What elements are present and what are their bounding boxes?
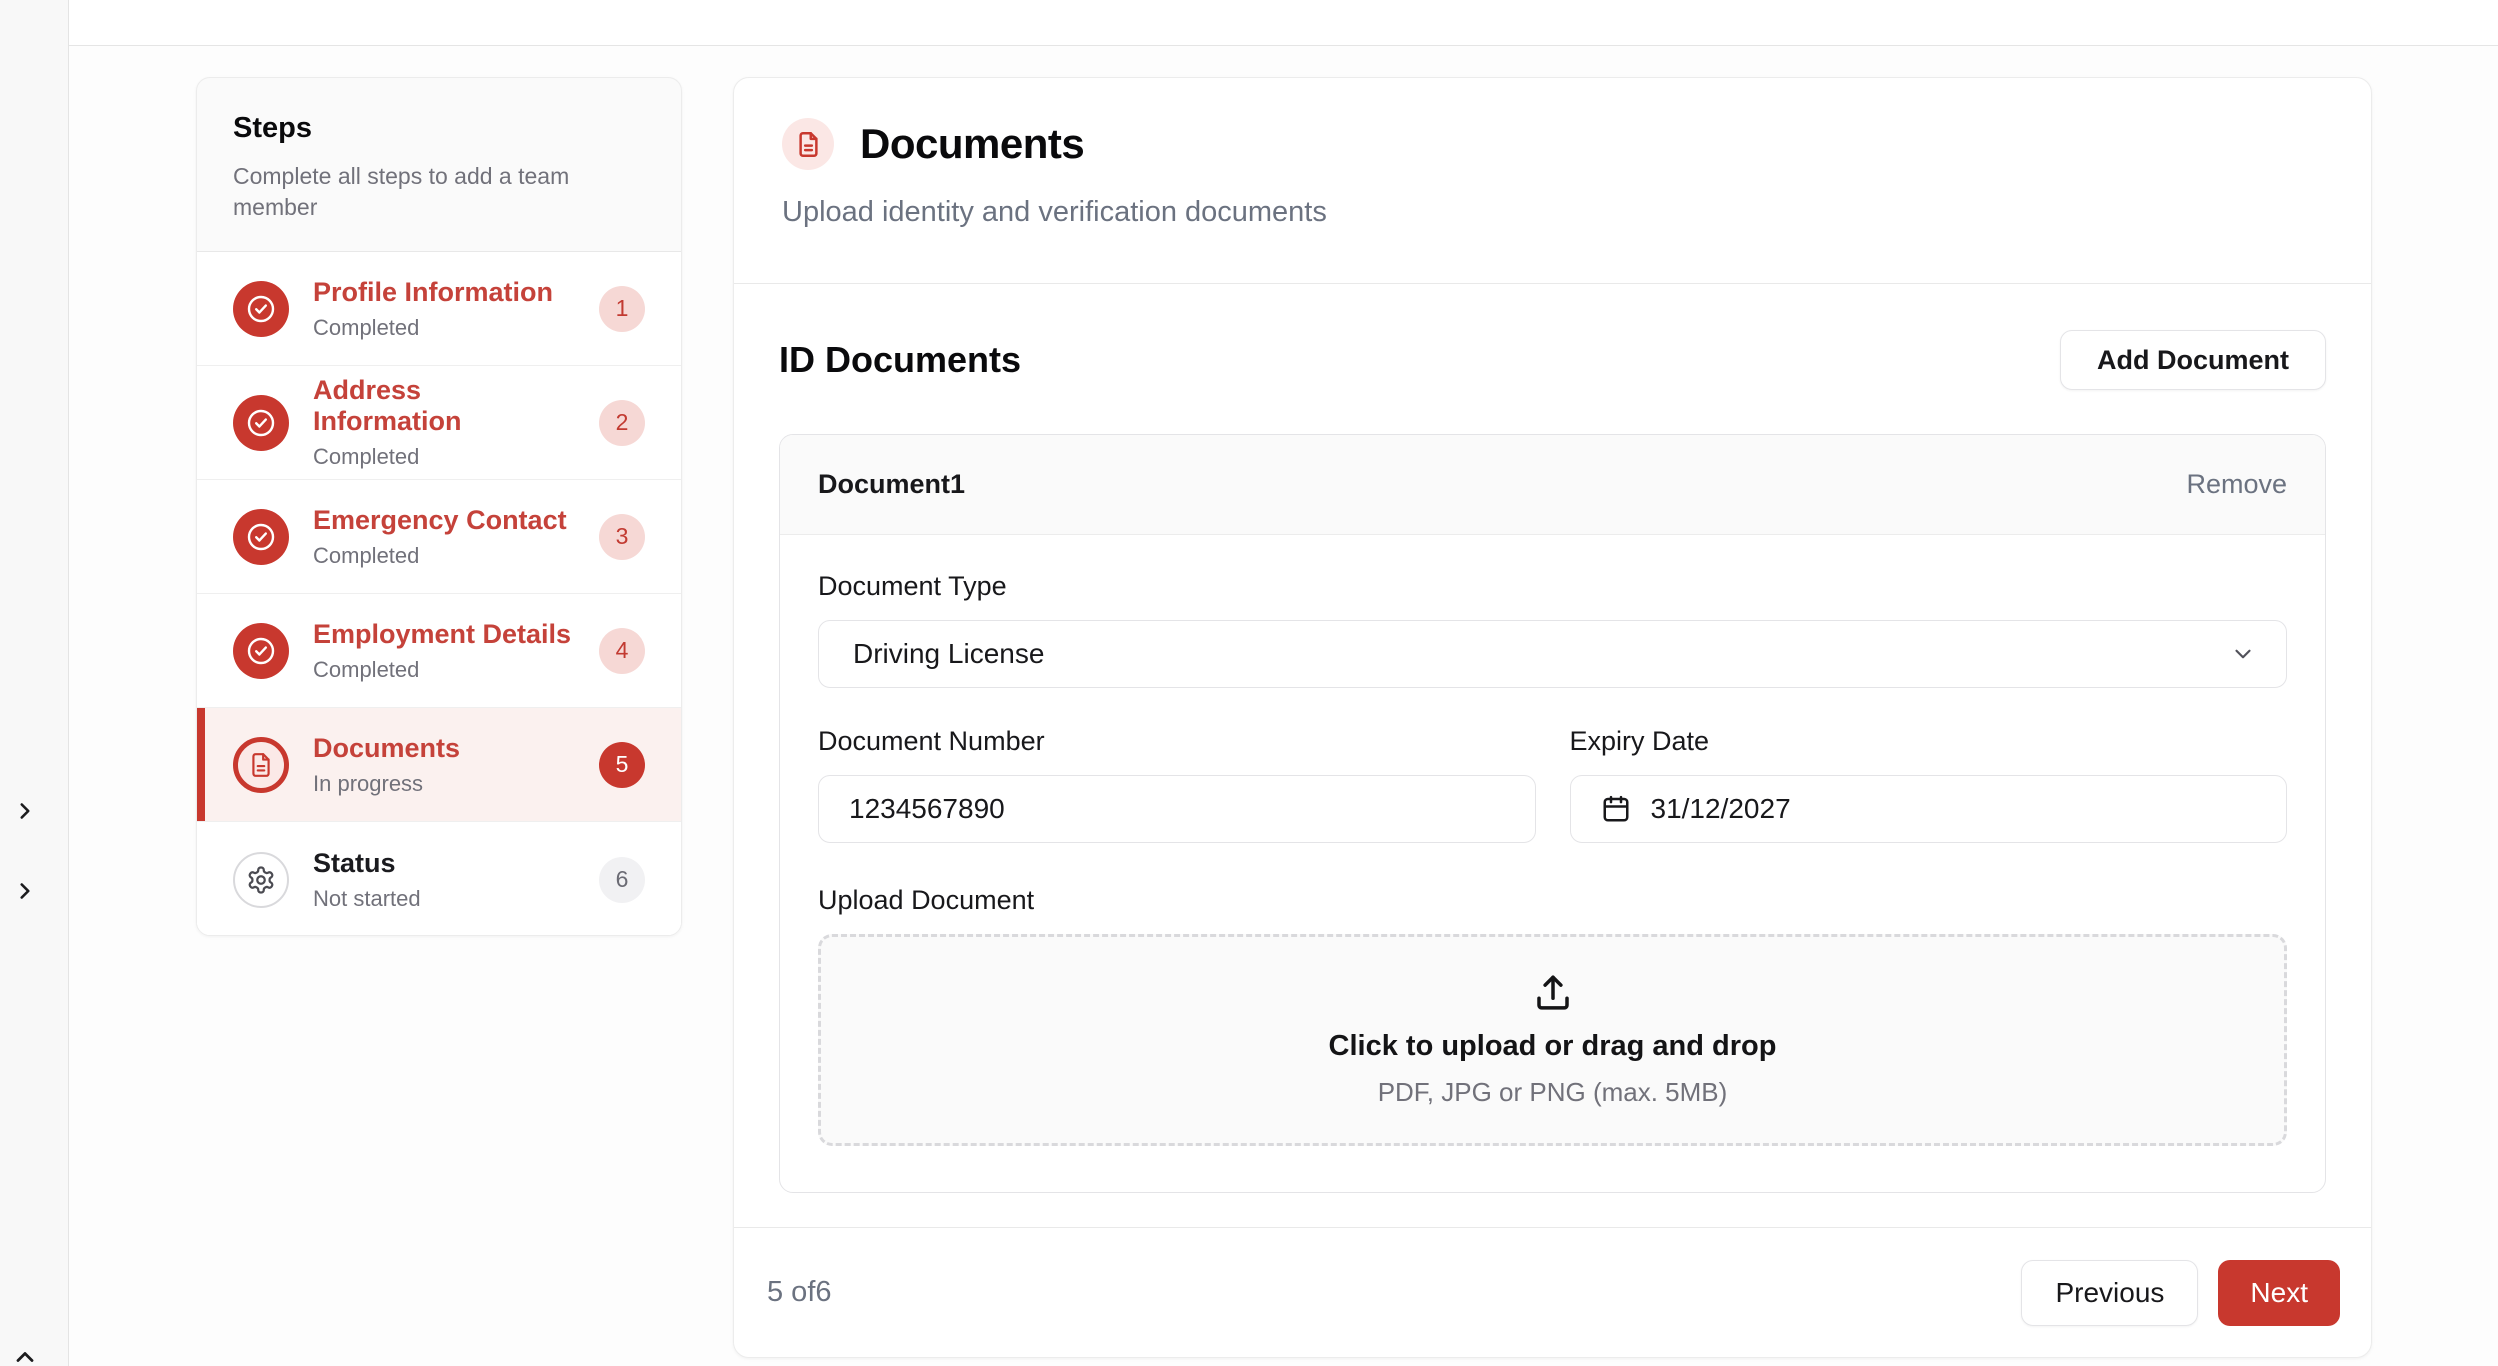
next-button[interactable]: Next: [2218, 1260, 2340, 1326]
expand-panel-button-1[interactable]: [10, 796, 40, 826]
document-type-label: Document Type: [818, 571, 2287, 602]
check-circle-icon: [233, 509, 289, 565]
expiry-date-field-group: Expiry Date 31/12/2027: [1570, 726, 2288, 843]
left-rail: [0, 0, 69, 1366]
document-number-value: 1234567890: [849, 793, 1005, 825]
upload-icon: [1532, 972, 1574, 1014]
document-type-value: Driving License: [853, 638, 1044, 670]
step-text: Status Not started: [313, 848, 575, 912]
documents-header: Documents Upload identity and verificati…: [734, 78, 2371, 284]
upload-hint-text: PDF, JPG or PNG (max. 5MB): [1378, 1077, 1728, 1108]
step-label: Documents: [313, 733, 575, 764]
document-card-header: Document1 Remove: [780, 435, 2325, 535]
step-status: Completed: [313, 657, 575, 683]
upload-document-label: Upload Document: [818, 885, 2287, 916]
step-status: Completed: [313, 315, 575, 341]
check-circle-icon: [233, 281, 289, 337]
upload-block: Upload Document Click to upload or drag …: [818, 885, 2287, 1146]
step-status: Completed: [313, 543, 575, 569]
remove-document-button[interactable]: Remove: [2186, 469, 2287, 500]
step-label: Address Information: [313, 375, 575, 437]
document-card-title: Document1: [818, 469, 965, 500]
section-title: ID Documents: [779, 339, 1021, 381]
step-progress-text: 5 of6: [767, 1276, 832, 1309]
document-type-select[interactable]: Driving License: [818, 620, 2287, 688]
id-documents-section: ID Documents Add Document Document1 Remo…: [734, 284, 2371, 1193]
step-number-badge: 2: [599, 400, 645, 446]
step-status: Not started: [313, 886, 575, 912]
upload-dropzone[interactable]: Click to upload or drag and drop PDF, JP…: [818, 934, 2287, 1146]
step-label: Status: [313, 848, 575, 879]
step-status: Completed: [313, 444, 575, 470]
step-number-badge: 3: [599, 514, 645, 560]
page-subtitle: Upload identity and verification documen…: [782, 196, 2323, 229]
upload-cta-text: Click to upload or drag and drop: [1329, 1030, 1777, 1063]
chevron-down-icon: [2230, 641, 2256, 667]
step-text: Address Information Completed: [313, 375, 575, 470]
step-number-badge: 5: [599, 742, 645, 788]
document-number-label: Document Number: [818, 726, 1536, 757]
step-number-badge: 1: [599, 286, 645, 332]
document-card: Document1 Remove Document Type Driving L…: [779, 434, 2326, 1193]
check-circle-icon: [233, 623, 289, 679]
expand-panel-button-2[interactable]: [10, 876, 40, 906]
steps-subtitle: Complete all steps to add a team member: [233, 161, 625, 223]
calendar-icon: [1601, 794, 1631, 824]
step-item-documents[interactable]: Documents In progress 5: [197, 708, 681, 822]
expiry-date-input[interactable]: 31/12/2027: [1570, 775, 2288, 843]
steps-list: Profile Information Completed 1 Address …: [197, 251, 681, 936]
check-circle-icon: [233, 395, 289, 451]
top-bar: [69, 0, 2498, 46]
step-status: In progress: [313, 771, 575, 797]
step-label: Emergency Contact: [313, 505, 575, 536]
wizard-footer: 5 of6 Previous Next: [734, 1227, 2371, 1357]
step-number-badge: 4: [599, 628, 645, 674]
step-item-profile-information[interactable]: Profile Information Completed 1: [197, 252, 681, 366]
steps-header: Steps Complete all steps to add a team m…: [197, 78, 681, 251]
steps-panel: Steps Complete all steps to add a team m…: [196, 77, 682, 936]
document-number-field-group: Document Number 1234567890: [818, 726, 1536, 843]
gear-icon: [233, 852, 289, 908]
chevron-up-icon: [11, 1343, 39, 1366]
expiry-date-label: Expiry Date: [1570, 726, 2288, 757]
add-document-button[interactable]: Add Document: [2060, 330, 2326, 390]
previous-button[interactable]: Previous: [2021, 1260, 2198, 1326]
expiry-date-value: 31/12/2027: [1651, 793, 1791, 825]
step-label: Employment Details: [313, 619, 575, 650]
document-icon: [233, 737, 289, 793]
step-text: Emergency Contact Completed: [313, 505, 575, 569]
steps-title: Steps: [233, 112, 645, 145]
step-text: Documents In progress: [313, 733, 575, 797]
step-item-status[interactable]: Status Not started 6: [197, 822, 681, 936]
chevron-right-icon: [12, 798, 38, 824]
document-number-input[interactable]: 1234567890: [818, 775, 1536, 843]
document-card-body: Document Type Driving License Document N…: [780, 535, 2325, 1192]
step-text: Employment Details Completed: [313, 619, 575, 683]
chevron-right-icon: [12, 878, 38, 904]
step-text: Profile Information Completed: [313, 277, 575, 341]
step-item-employment-details[interactable]: Employment Details Completed 4: [197, 594, 681, 708]
step-item-address-information[interactable]: Address Information Completed 2: [197, 366, 681, 480]
page-title: Documents: [860, 120, 1084, 168]
step-item-emergency-contact[interactable]: Emergency Contact Completed 3: [197, 480, 681, 594]
collapse-up-button[interactable]: [10, 1342, 40, 1366]
step-number-badge: 6: [599, 857, 645, 903]
document-icon: [782, 118, 834, 170]
footer-actions: Previous Next: [2021, 1260, 2340, 1326]
step-label: Profile Information: [313, 277, 575, 308]
documents-panel: Documents Upload identity and verificati…: [733, 77, 2372, 1358]
